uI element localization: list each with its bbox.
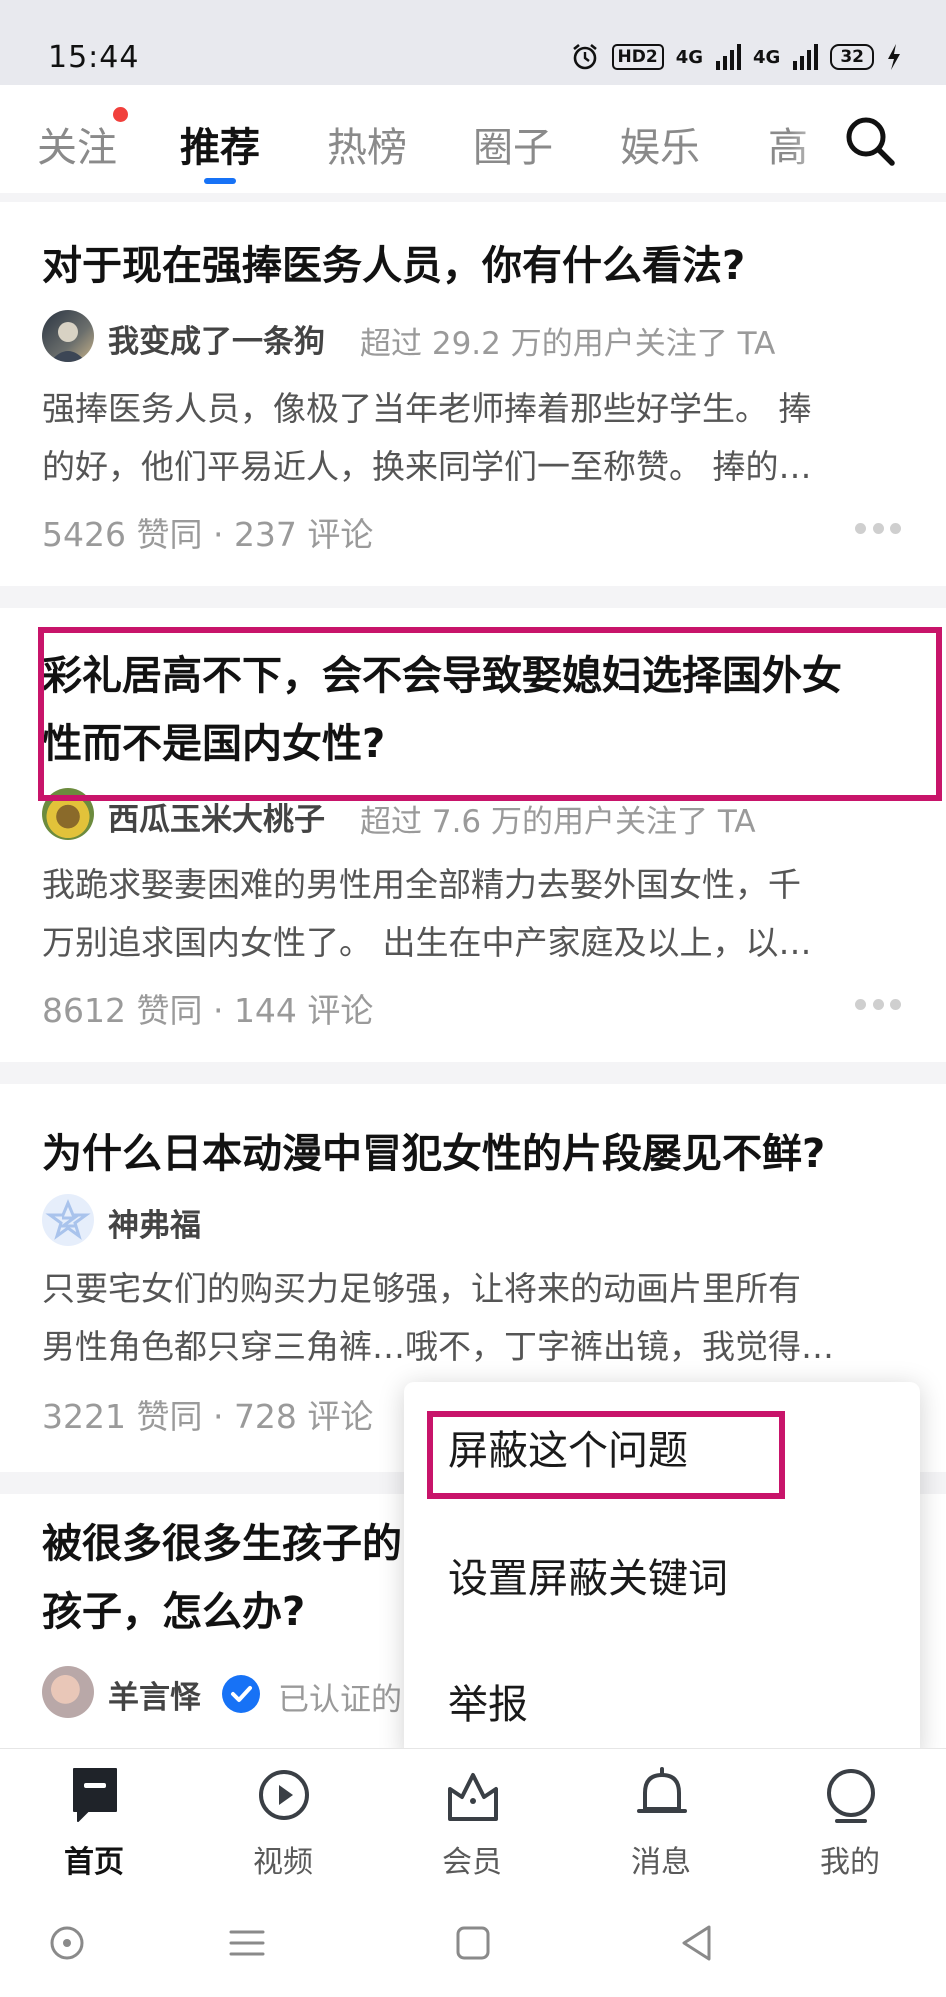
- active-tab-indicator: [204, 178, 236, 184]
- nav-vip-label: 会员: [442, 1845, 502, 1880]
- menu-item-block-question[interactable]: 屏蔽这个问题: [448, 1418, 688, 1476]
- back-icon[interactable]: [672, 1918, 722, 1968]
- question-title-line-1[interactable]: 被很多很多生孩子的: [42, 1510, 402, 1578]
- tab-recommend[interactable]: 推荐: [180, 115, 260, 173]
- alarm-icon: [572, 43, 597, 70]
- answer-excerpt-line-2[interactable]: 的好，他们平易近人，换来同学们一至称赞。 捧的…: [42, 438, 904, 496]
- author-meta: 超过 29.2 万的用户关注了 TA: [360, 326, 776, 362]
- verified-badge-icon: [222, 1675, 260, 1713]
- signal-bars-1-icon: [716, 44, 742, 70]
- context-menu: 屏蔽这个问题 设置屏蔽关键词 举报: [404, 1382, 920, 1759]
- answer-excerpt-line-1[interactable]: 只要宅女们的购买力足够强，让将来的动画片里所有: [42, 1260, 904, 1318]
- system-nav-bar: [0, 1890, 946, 1997]
- question-title-line-2[interactable]: 孩子，怎么办?: [42, 1578, 305, 1646]
- hd-badge: HD2: [611, 44, 664, 70]
- avatar[interactable]: [42, 788, 94, 840]
- nav-messages[interactable]: 消息: [591, 1749, 731, 1891]
- feed-card[interactable]: 彩礼居高不下，会不会导致娶媳妇选择国外女 性而不是国内女性? 西瓜玉米大桃子 超…: [0, 608, 946, 1062]
- status-icons: HD2 4G 4G 32: [570, 40, 902, 74]
- tab-circles[interactable]: 圈子: [473, 115, 553, 173]
- answer-excerpt-line-1[interactable]: 强捧医务人员，像极了当年老师捧着那些好学生。 捧: [42, 380, 904, 438]
- search-icon[interactable]: [842, 113, 898, 169]
- menu-icon[interactable]: [222, 1918, 272, 1968]
- nav-profile-label: 我的: [820, 1845, 880, 1880]
- charging-icon: [888, 44, 900, 70]
- menu-item-set-block-keywords[interactable]: 设置屏蔽关键词: [448, 1546, 728, 1604]
- question-title-line-2[interactable]: 性而不是国内女性?: [42, 710, 385, 778]
- tab-entertainment[interactable]: 娱乐: [620, 115, 700, 173]
- signal-bars-2-icon: [793, 44, 819, 70]
- menu-item-report[interactable]: 举报: [448, 1672, 528, 1730]
- answer-excerpt-line-2[interactable]: 万别追求国内女性了。 出生在中产家庭及以上，以…: [42, 914, 904, 972]
- author-name[interactable]: 西瓜玉米大桃子: [108, 794, 325, 839]
- status-time: 15:44: [48, 40, 140, 75]
- author-name[interactable]: 羊言怿: [108, 1672, 201, 1717]
- tab-hot[interactable]: 热榜: [327, 115, 407, 173]
- answer-stats: 5426 赞同 · 237 评论: [42, 515, 374, 554]
- signal-2-label: 4G: [753, 46, 781, 68]
- more-options-icon[interactable]: [855, 520, 901, 536]
- bottom-nav-bar: 首页 视频 会员 消息 我的: [0, 1748, 946, 1890]
- video-icon: [259, 1770, 309, 1820]
- author-name[interactable]: 神弗福: [108, 1200, 201, 1245]
- more-options-icon[interactable]: [855, 996, 901, 1012]
- profile-icon: [827, 1769, 875, 1823]
- avatar[interactable]: [42, 310, 94, 362]
- feed-card[interactable]: 对于现在强捧医务人员，你有什么看法? 我变成了一条狗 超过 29.2 万的用户关…: [0, 202, 946, 586]
- nav-profile[interactable]: 我的: [780, 1749, 920, 1891]
- nav-video-label: 视频: [253, 1845, 313, 1880]
- question-title[interactable]: 为什么日本动漫中冒犯女性的片段屡见不鲜?: [42, 1120, 825, 1188]
- author-meta: 已认证的: [278, 1682, 402, 1718]
- answer-stats: 8612 赞同 · 144 评论: [42, 991, 374, 1030]
- avatar[interactable]: [42, 1666, 94, 1718]
- author-meta: 超过 7.6 万的用户关注了 TA: [360, 804, 756, 840]
- nav-vip[interactable]: 会员: [402, 1749, 542, 1891]
- nav-video[interactable]: 视频: [213, 1749, 353, 1891]
- answer-stats: 3221 赞同 · 728 评论: [42, 1397, 374, 1436]
- home-square-icon[interactable]: [448, 1918, 498, 1968]
- vip-crown-icon: [448, 1773, 498, 1821]
- question-title-line-1[interactable]: 彩礼居高不下，会不会导致娶媳妇选择国外女: [42, 642, 842, 710]
- nav-home-label: 首页: [64, 1845, 124, 1880]
- answer-excerpt-line-2[interactable]: 男性角色都只穿三角裤…哦不，丁字裤出镜，我觉得…: [42, 1318, 904, 1376]
- home-icon: [73, 1768, 117, 1822]
- nav-home[interactable]: 首页: [24, 1749, 164, 1891]
- signal-1-label: 4G: [675, 46, 704, 68]
- status-bar: 15:44 HD2 4G 4G 32: [0, 0, 946, 85]
- bell-icon: [637, 1767, 687, 1813]
- battery-icon: 32: [830, 44, 874, 70]
- top-tab-bar: 关注 推荐 热榜 圈子 娱乐 高: [0, 85, 946, 193]
- notification-dot: [113, 107, 128, 122]
- tab-follow[interactable]: 关注: [37, 115, 117, 173]
- author-name[interactable]: 我变成了一条狗: [108, 316, 325, 361]
- question-title[interactable]: 对于现在强捧医务人员，你有什么看法?: [42, 232, 745, 300]
- assistant-icon[interactable]: [42, 1918, 92, 1968]
- avatar[interactable]: [42, 1194, 94, 1246]
- answer-excerpt-line-1[interactable]: 我跪求娶妻困难的男性用全部精力去娶外国女性，千: [42, 856, 904, 914]
- nav-messages-label: 消息: [631, 1845, 691, 1880]
